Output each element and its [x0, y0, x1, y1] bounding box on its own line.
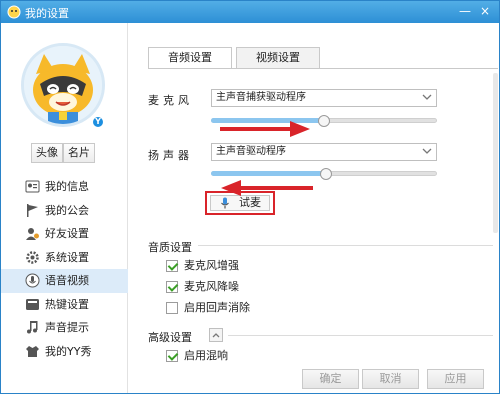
nav-item-voice-video[interactable]: 语音视频 — [1, 269, 128, 293]
outfit-icon — [26, 345, 39, 357]
gear-icon — [26, 250, 39, 264]
nav-item-label: 语音视频 — [45, 274, 89, 287]
checkbox-box — [166, 281, 178, 293]
reverb-checkbox[interactable]: 启用混响 — [166, 349, 228, 363]
chevron-down-icon — [422, 94, 432, 100]
title-bar: 我的设置 — × — [1, 1, 499, 23]
microphone-label: 麦克风 — [148, 94, 193, 107]
avatar[interactable] — [21, 43, 105, 127]
scrollbar-thumb[interactable] — [493, 73, 498, 233]
mic-noise-reduction-checkbox[interactable]: 麦克风降噪 — [166, 280, 239, 294]
microphone-device-select[interactable]: 主声音捕获驱动程序 — [211, 89, 437, 107]
app-logo-icon — [7, 5, 21, 19]
close-button[interactable]: × — [477, 3, 493, 19]
section-divider — [198, 245, 493, 246]
red-arrow-right-icon — [220, 121, 310, 137]
checkbox-label: 麦克风增强 — [184, 259, 239, 272]
advanced-settings-title: 高级设置 — [148, 331, 192, 344]
window-title: 我的设置 — [25, 7, 69, 20]
nav-item-sound-alerts[interactable]: 声音提示 — [1, 316, 128, 340]
mic-boost-checkbox[interactable]: 麦克风增强 — [166, 259, 239, 273]
settings-window: 我的设置 — × Y 头像 名片 我的信息 我的公会 好友设置 系统设置 语音视… — [0, 0, 500, 394]
chevron-up-icon — [212, 333, 220, 338]
sidebar: Y 头像 名片 我的信息 我的公会 好友设置 系统设置 语音视频 热键设置 声音… — [1, 23, 128, 393]
nav-item-label: 我的信息 — [45, 180, 89, 193]
tab-divider — [148, 68, 498, 69]
avatar-button[interactable]: 头像 — [31, 143, 63, 163]
nav-item-label: 我的YY秀 — [45, 344, 92, 358]
test-mic-label: 试麦 — [239, 196, 261, 209]
nav-item-label: 系统设置 — [45, 250, 89, 264]
ok-button[interactable]: 确定 — [302, 369, 359, 389]
test-mic-button[interactable]: 试麦 — [210, 195, 270, 211]
music-note-icon — [27, 321, 38, 334]
minimize-button[interactable]: — — [457, 3, 473, 19]
flag-icon — [27, 203, 38, 217]
raccoon-avatar-image — [24, 46, 102, 124]
card-button[interactable]: 名片 — [63, 143, 95, 163]
speaker-label: 扬声器 — [148, 149, 193, 162]
microphone-device-value: 主声音捕获驱动程序 — [216, 92, 306, 103]
nav-item-system-settings[interactable]: 系统设置 — [1, 246, 128, 270]
speaker-device-value: 主声音驱动程序 — [216, 146, 286, 157]
speaker-device-select[interactable]: 主声音驱动程序 — [211, 143, 437, 161]
slider-fill — [211, 171, 326, 176]
nav-item-my-guild[interactable]: 我的公会 — [1, 199, 128, 223]
checkbox-box — [166, 350, 178, 362]
keyboard-icon — [26, 298, 39, 310]
checkbox-box — [166, 302, 178, 314]
tab-video-settings[interactable]: 视频设置 — [236, 47, 320, 69]
nav-item-hotkey-settings[interactable]: 热键设置 — [1, 293, 128, 317]
settings-content: 音频设置 视频设置 麦克风 主声音捕获驱动程序 扬声器 主声音驱动程序 试麦 音… — [128, 23, 499, 393]
red-arrow-left-icon — [221, 180, 313, 196]
apply-button[interactable]: 应用 — [427, 369, 484, 389]
friend-settings-icon — [26, 228, 39, 240]
audio-quality-title: 音质设置 — [148, 241, 192, 254]
settings-nav: 我的信息 我的公会 好友设置 系统设置 语音视频 热键设置 声音提示 我的YY秀 — [1, 175, 128, 363]
slider-thumb[interactable] — [318, 115, 330, 127]
nav-item-label: 好友设置 — [45, 227, 89, 240]
speaker-volume-slider[interactable] — [211, 168, 437, 180]
checkbox-box — [166, 260, 178, 272]
chevron-down-icon — [422, 148, 432, 154]
nav-item-label: 热键设置 — [45, 297, 89, 311]
collapse-button[interactable] — [209, 328, 223, 342]
person-card-icon — [25, 180, 40, 193]
scrollbar[interactable] — [493, 73, 498, 363]
checkbox-label: 启用回声消除 — [184, 301, 250, 314]
nav-item-label: 声音提示 — [45, 321, 89, 334]
microphone-icon — [221, 197, 229, 209]
nav-item-my-yy-show[interactable]: 我的YY秀 — [1, 340, 128, 364]
microphone-icon — [25, 273, 40, 288]
checkbox-label: 启用混响 — [184, 349, 228, 362]
echo-cancellation-checkbox[interactable]: 启用回声消除 — [166, 301, 250, 315]
nav-item-friend-settings[interactable]: 好友设置 — [1, 222, 128, 246]
tab-audio-settings[interactable]: 音频设置 — [148, 47, 232, 69]
slider-thumb[interactable] — [320, 168, 332, 180]
checkbox-label: 麦克风降噪 — [184, 280, 239, 293]
nav-item-label: 我的公会 — [45, 203, 89, 217]
cancel-button[interactable]: 取消 — [362, 369, 419, 389]
nav-item-my-info[interactable]: 我的信息 — [1, 175, 128, 199]
section-divider — [228, 335, 493, 336]
verified-badge: Y — [91, 115, 105, 129]
